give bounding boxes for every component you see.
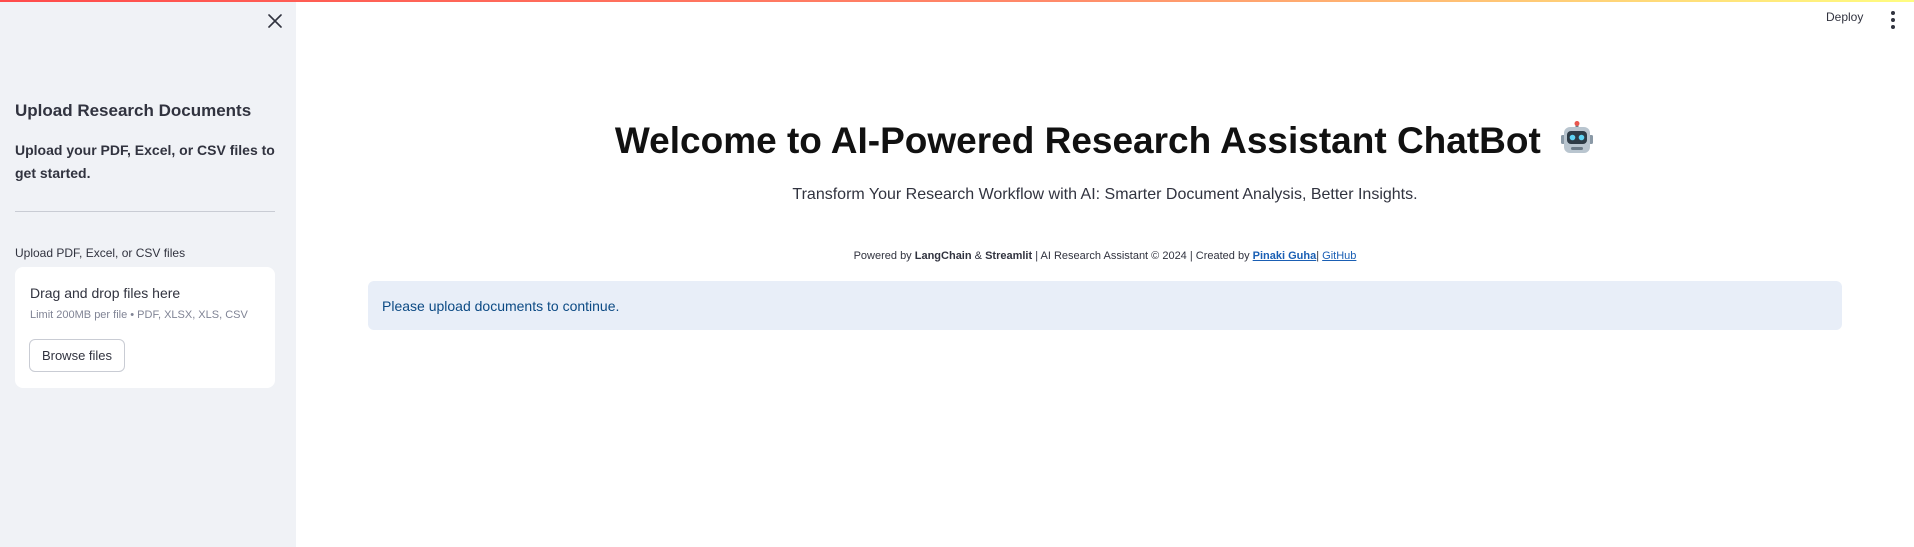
github-link[interactable]: GitHub bbox=[1322, 250, 1356, 262]
deploy-button[interactable]: Deploy bbox=[1826, 10, 1863, 24]
menu-dot-icon bbox=[1891, 18, 1895, 22]
footer-langchain: LangChain bbox=[914, 250, 972, 262]
footer-streamlit: Streamlit bbox=[985, 250, 1033, 262]
close-icon bbox=[268, 14, 282, 28]
footer-powered-prefix: Powered by bbox=[853, 250, 912, 262]
browse-files-button[interactable]: Browse files bbox=[29, 339, 125, 372]
sidebar-description: Upload your PDF, Excel, or CSV files to … bbox=[15, 142, 275, 181]
footer-amp: & bbox=[974, 250, 982, 262]
dropzone-limit-text: Limit 200MB per file • PDF, XLSX, XLS, C… bbox=[30, 309, 248, 321]
info-alert: Please upload documents to continue. bbox=[368, 281, 1842, 330]
footer-credits: Powered by LangChain & Streamlit | AI Re… bbox=[296, 250, 1914, 262]
page-title-text: Welcome to AI-Powered Research Assistant… bbox=[614, 120, 1541, 161]
menu-dot-icon bbox=[1891, 11, 1895, 15]
menu-dot-icon bbox=[1891, 25, 1895, 29]
close-sidebar-button[interactable] bbox=[264, 10, 286, 32]
sidebar-divider bbox=[15, 211, 275, 212]
sidebar: Upload Research Documents Upload your PD… bbox=[0, 0, 296, 547]
uploader-label: Upload PDF, Excel, or CSV files bbox=[15, 246, 186, 260]
main-menu-button[interactable] bbox=[1884, 10, 1902, 30]
sidebar-title: Upload Research Documents bbox=[15, 101, 252, 120]
robot-icon bbox=[1559, 120, 1595, 166]
top-decoration-bar bbox=[0, 0, 1914, 2]
dropzone-title: Drag and drop files here bbox=[30, 285, 181, 301]
footer-separator: | bbox=[1316, 250, 1320, 262]
page-subtitle: Transform Your Research Workflow with AI… bbox=[792, 186, 1418, 203]
author-link[interactable]: Pinaki Guha bbox=[1253, 250, 1317, 262]
page-title: Welcome to AI-Powered Research Assistant… bbox=[296, 120, 1914, 166]
footer-middle-text: | AI Research Assistant © 2024 | Created… bbox=[1035, 250, 1250, 262]
info-message: Please upload documents to continue. bbox=[382, 297, 620, 314]
file-dropzone[interactable]: Drag and drop files here Limit 200MB per… bbox=[15, 267, 275, 388]
